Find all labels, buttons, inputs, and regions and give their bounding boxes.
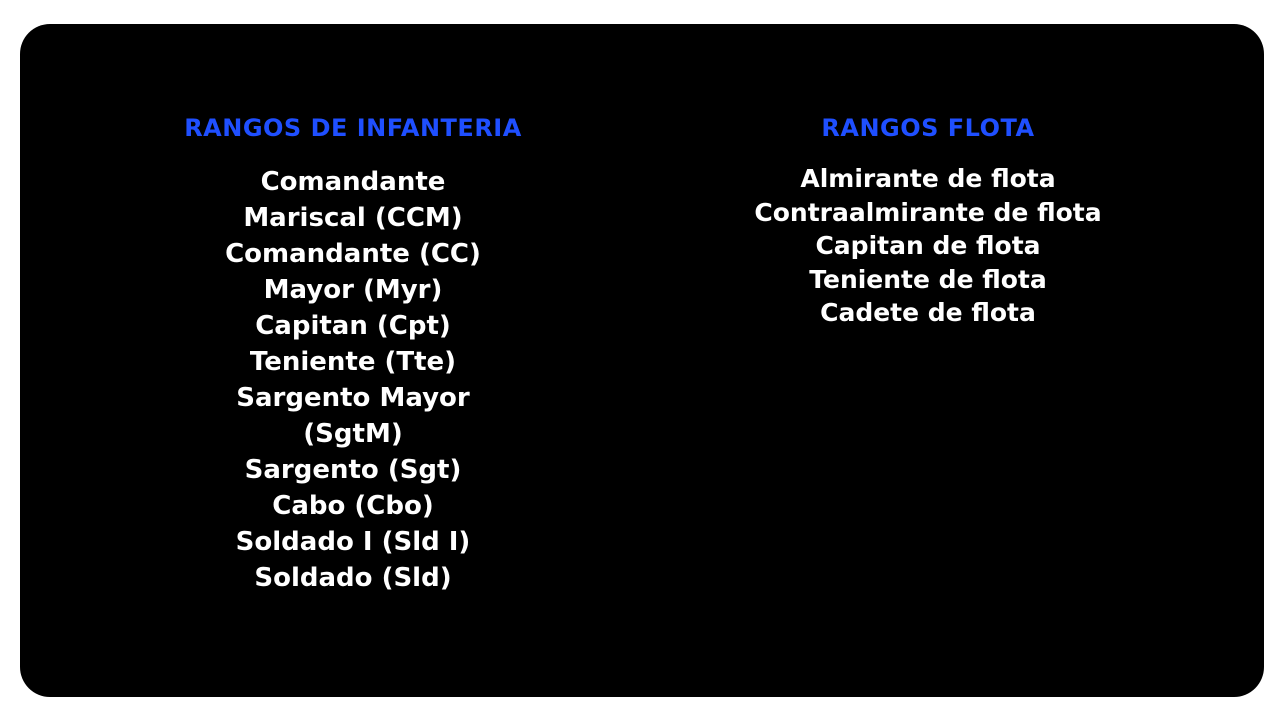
fleet-rank-item: Teniente de flota bbox=[809, 264, 1047, 294]
infantry-ranks-column: RANGOS DE INFANTERIA Comandante Mariscal… bbox=[153, 112, 553, 596]
infantry-rank-item: Soldado I (Sld I) bbox=[235, 527, 471, 557]
fleet-ranks-column: RANGOS FLOTA Almirante de flota Contraal… bbox=[728, 112, 1128, 330]
fleet-ranks-title: RANGOS FLOTA bbox=[821, 114, 1035, 142]
fleet-rank-item: Capitan de flota bbox=[815, 231, 1041, 260]
infantry-rank-item: Comandante Mariscal (CCM) bbox=[243, 167, 463, 233]
infantry-rank-item: Soldado (Sld) bbox=[254, 563, 452, 593]
infantry-rank-list: Comandante Mariscal (CCM) Comandante (CC… bbox=[213, 164, 493, 596]
infantry-rank-item: Capitan (Cpt) bbox=[255, 311, 451, 341]
fleet-rank-item: Almirante de flota bbox=[800, 164, 1056, 193]
fleet-rank-list: Almirante de flota Contraalmirante de fl… bbox=[728, 162, 1128, 330]
ranks-panel: RANGOS DE INFANTERIA Comandante Mariscal… bbox=[20, 24, 1264, 697]
infantry-rank-item: Cabo (Cbo) bbox=[272, 491, 434, 521]
infantry-rank-item: Sargento Mayor (SgtM) bbox=[236, 383, 470, 449]
fleet-rank-item: Cadete de flota bbox=[820, 298, 1036, 327]
infantry-rank-item: Teniente (Tte) bbox=[249, 347, 457, 377]
fleet-rank-item: Contraalmirante de flota bbox=[754, 197, 1102, 227]
infantry-rank-item: Sargento (Sgt) bbox=[244, 455, 462, 485]
infantry-ranks-title: RANGOS DE INFANTERIA bbox=[184, 114, 522, 142]
infantry-rank-item: Comandante (CC) bbox=[225, 239, 481, 269]
infantry-rank-item: Mayor (Myr) bbox=[263, 275, 443, 305]
